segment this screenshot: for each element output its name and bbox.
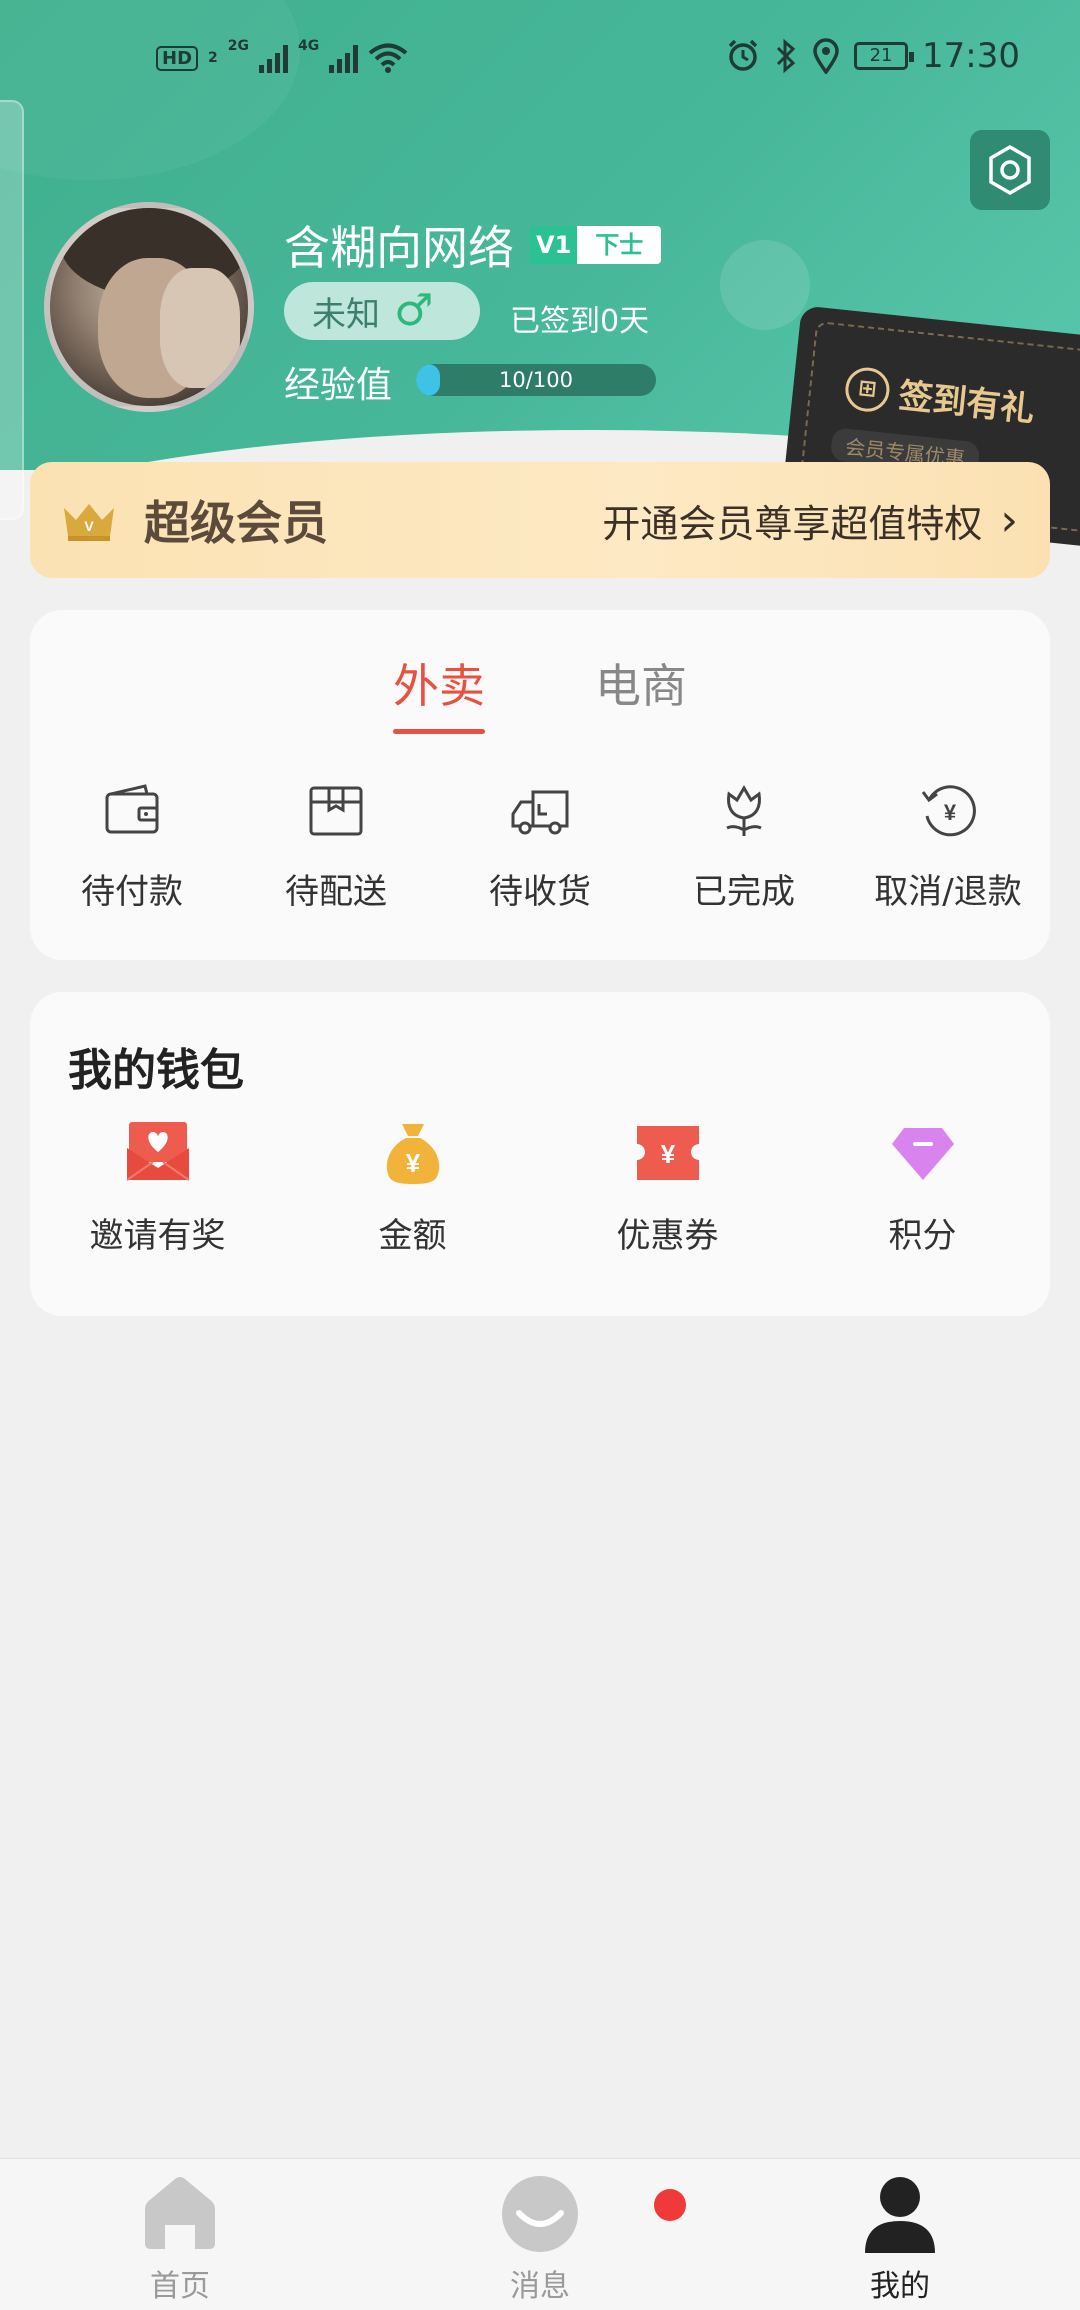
wallet-invite[interactable]: 邀请有奖	[30, 1118, 285, 1257]
wallet-points[interactable]: 积分	[795, 1118, 1050, 1257]
unread-dot	[654, 2189, 686, 2221]
tab-takeout[interactable]: 外卖	[393, 650, 485, 734]
coupon-icon: ¥	[636, 1126, 699, 1180]
exp-progress-bar: 10/100	[416, 364, 656, 396]
wifi-icon	[368, 43, 408, 73]
order-tabs: 外卖 电商	[30, 650, 1050, 734]
wallet-card: 我的钱包 邀请有奖 ¥ 金额 ¥ 优惠券 积分	[30, 992, 1050, 1316]
user-icon	[865, 2177, 935, 2253]
bluetooth-icon	[776, 38, 796, 74]
truck-icon	[511, 790, 569, 835]
status-bar: HD 2 2G 4G 21 17:30	[0, 36, 1080, 88]
diamond-icon	[891, 1128, 954, 1180]
exp-label: 经验值	[284, 365, 393, 406]
edge-drawer-handle[interactable]	[0, 100, 24, 520]
orders-card: 外卖 电商 待付款 待配送 待收货 已完成 ¥ 取消/退款	[30, 610, 1050, 960]
username[interactable]: 含糊向网络	[284, 212, 514, 278]
bottom-nav: 首页 消息 我的	[0, 2158, 1080, 2310]
avatar[interactable]	[44, 202, 254, 412]
svg-text:V: V	[84, 518, 94, 534]
wallet-coupon[interactable]: ¥ 优惠券	[540, 1118, 795, 1257]
battery-icon: 21	[854, 42, 915, 70]
nav-home[interactable]: 首页	[0, 2159, 360, 2310]
message-icon	[502, 2176, 578, 2252]
order-cancel-refund[interactable]: ¥ 取消/退款	[846, 780, 1050, 913]
exp-progress-text: 10/100	[499, 368, 573, 392]
male-icon: ♂	[394, 285, 434, 336]
svg-text:¥: ¥	[405, 1148, 420, 1178]
svg-text:¥: ¥	[660, 1139, 675, 1169]
order-pending-payment[interactable]: 待付款	[30, 780, 234, 913]
order-pending-receipt[interactable]: 待收货	[438, 780, 642, 913]
clock: 17:30	[922, 36, 1020, 76]
svg-text:¥: ¥	[944, 800, 957, 825]
wallet-title: 我的钱包	[68, 1045, 244, 1096]
refund-icon: ¥	[921, 785, 976, 837]
chevron-right-icon: ›	[1000, 494, 1018, 546]
signal-icon	[259, 43, 288, 73]
settings-button[interactable]	[970, 130, 1050, 210]
home-icon	[145, 2177, 215, 2249]
gender-pill[interactable]: 未知 ♂	[284, 282, 480, 340]
invite-envelope-icon	[125, 1122, 190, 1181]
nav-messages[interactable]: 消息	[360, 2159, 720, 2310]
tab-ecommerce[interactable]: 电商	[595, 650, 687, 734]
username-row: 含糊向网络 V1 下士	[284, 212, 662, 278]
alarm-icon	[728, 39, 758, 71]
member-desc: 开通会员尊享超值特权	[602, 501, 983, 546]
wallet-balance[interactable]: ¥ 金额	[285, 1118, 540, 1257]
signed-days: 已签到0天	[510, 304, 650, 339]
order-pending-delivery[interactable]: 待配送	[234, 780, 438, 913]
hd-indicator: HD	[156, 45, 199, 71]
member-title: 超级会员	[144, 496, 328, 550]
crown-icon: V	[64, 504, 114, 541]
vip-level-badge[interactable]: V1 下士	[530, 226, 662, 264]
money-bag-icon: ¥	[386, 1124, 439, 1184]
signal-icon-2	[329, 43, 359, 73]
wallet-icon	[105, 784, 159, 834]
location-icon	[813, 38, 839, 74]
order-completed[interactable]: 已完成	[642, 780, 846, 913]
super-member-banner[interactable]: V 超级会员 开通会员尊享超值特权 ›	[30, 462, 1050, 578]
gear-icon	[989, 144, 1031, 196]
flower-icon	[726, 785, 762, 836]
package-icon	[309, 786, 363, 836]
gift-icon: ⊞	[843, 364, 892, 414]
nav-mine[interactable]: 我的	[720, 2159, 1080, 2310]
